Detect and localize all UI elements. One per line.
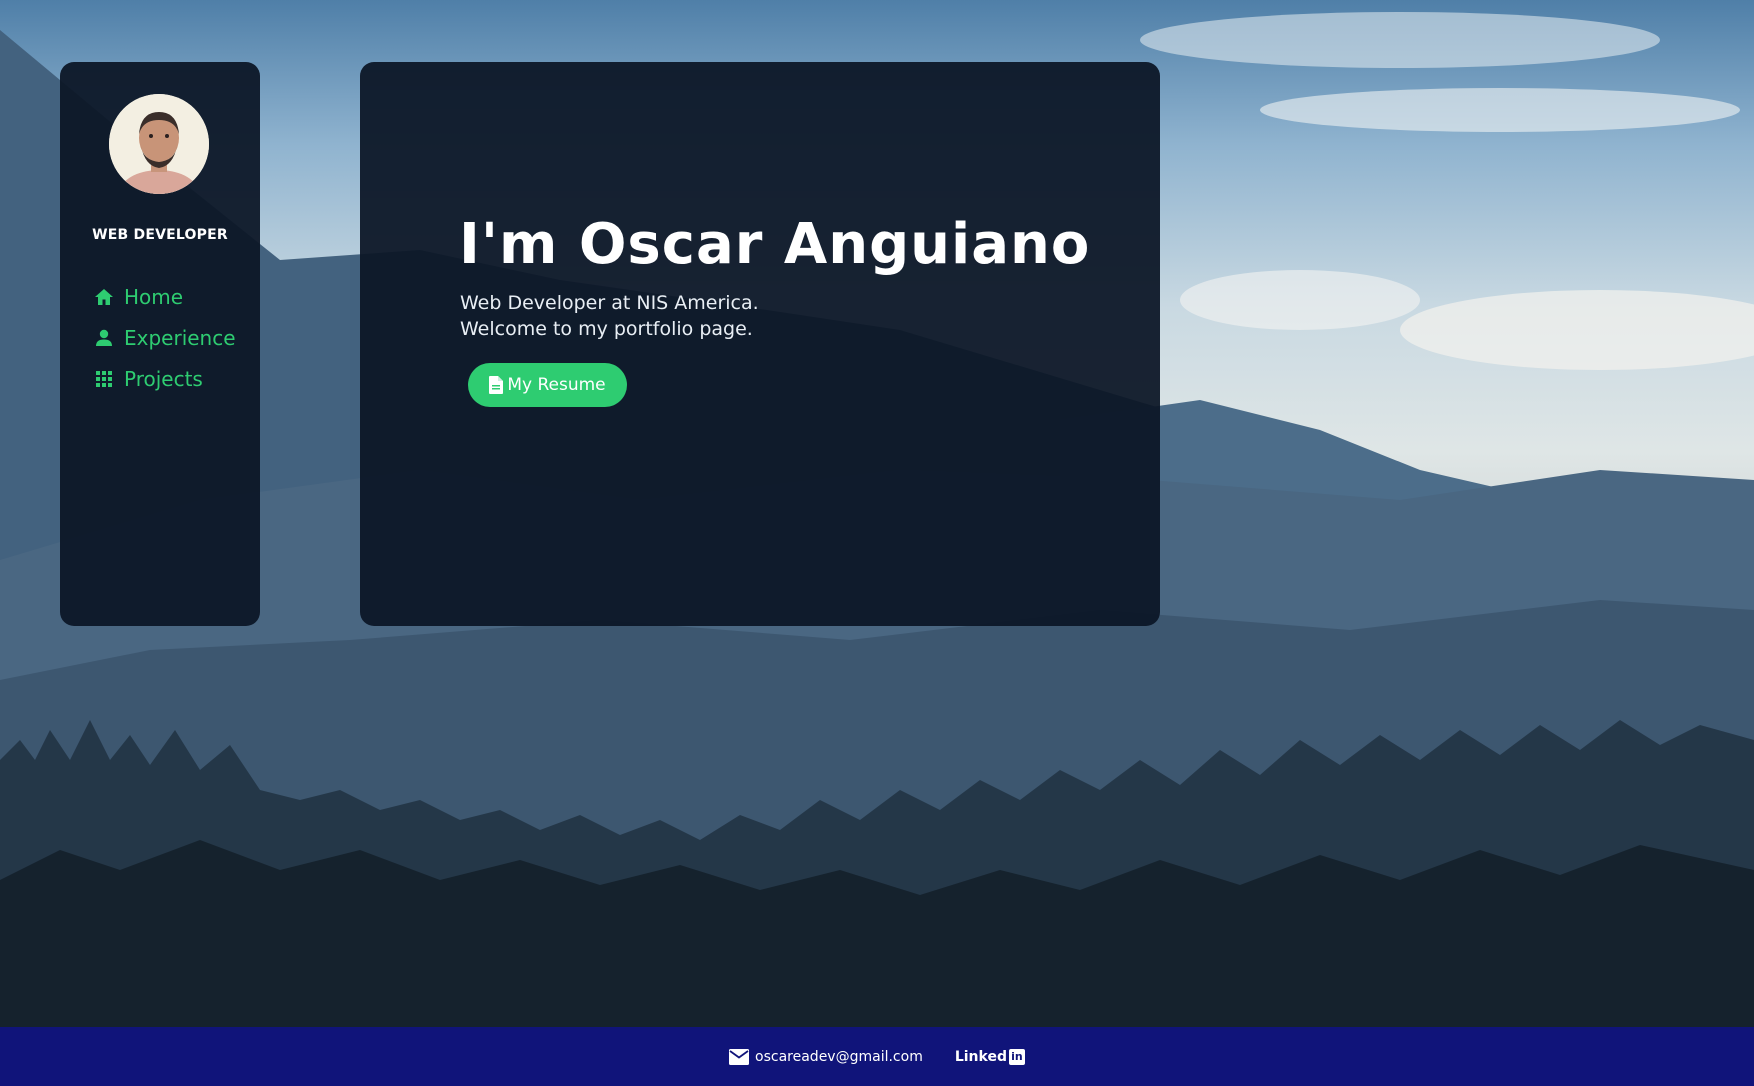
sidebar-item-home[interactable]: Home: [94, 276, 236, 317]
sidebar-item-label: Home: [124, 284, 184, 309]
linkedin-link[interactable]: Linked in: [954, 1048, 1025, 1065]
email-link[interactable]: oscareadev@gmail.com: [729, 1048, 923, 1065]
sidebar-nav: Home Experience Projects: [94, 276, 236, 399]
sidebar-item-label: Projects: [124, 366, 203, 391]
linkedin-icon: in: [1008, 1048, 1025, 1065]
grid-icon: [94, 369, 114, 389]
sidebar-item-label: Experience: [124, 325, 236, 350]
home-icon: [94, 287, 114, 307]
avatar: [109, 94, 209, 194]
hero-panel: I'm Oscar Anguiano Web Developer at NIS …: [360, 62, 1160, 626]
role-title: WEB DEVELOPER: [92, 227, 228, 243]
sidebar: WEB DEVELOPER Home Experience Projects: [60, 62, 260, 626]
page-title: I'm Oscar Anguiano: [459, 212, 1091, 277]
sidebar-item-experience[interactable]: Experience: [94, 317, 236, 358]
footer: oscareadev@gmail.com Linked in: [0, 1027, 1754, 1086]
file-icon: [489, 376, 504, 394]
person-icon: [94, 328, 114, 348]
email-text: oscareadev@gmail.com: [755, 1048, 923, 1065]
sidebar-item-projects[interactable]: Projects: [94, 358, 236, 399]
hero-subtitle: Web Developer at NIS America. Welcome to…: [460, 290, 759, 342]
resume-button-label: My Resume: [507, 375, 606, 395]
resume-button[interactable]: My Resume: [468, 363, 627, 407]
linkedin-text: Linked: [954, 1048, 1007, 1065]
hero-subtitle-line1: Web Developer at NIS America.: [460, 292, 759, 314]
mail-icon: [729, 1048, 750, 1065]
hero-subtitle-line2: Welcome to my portfolio page.: [460, 318, 753, 340]
